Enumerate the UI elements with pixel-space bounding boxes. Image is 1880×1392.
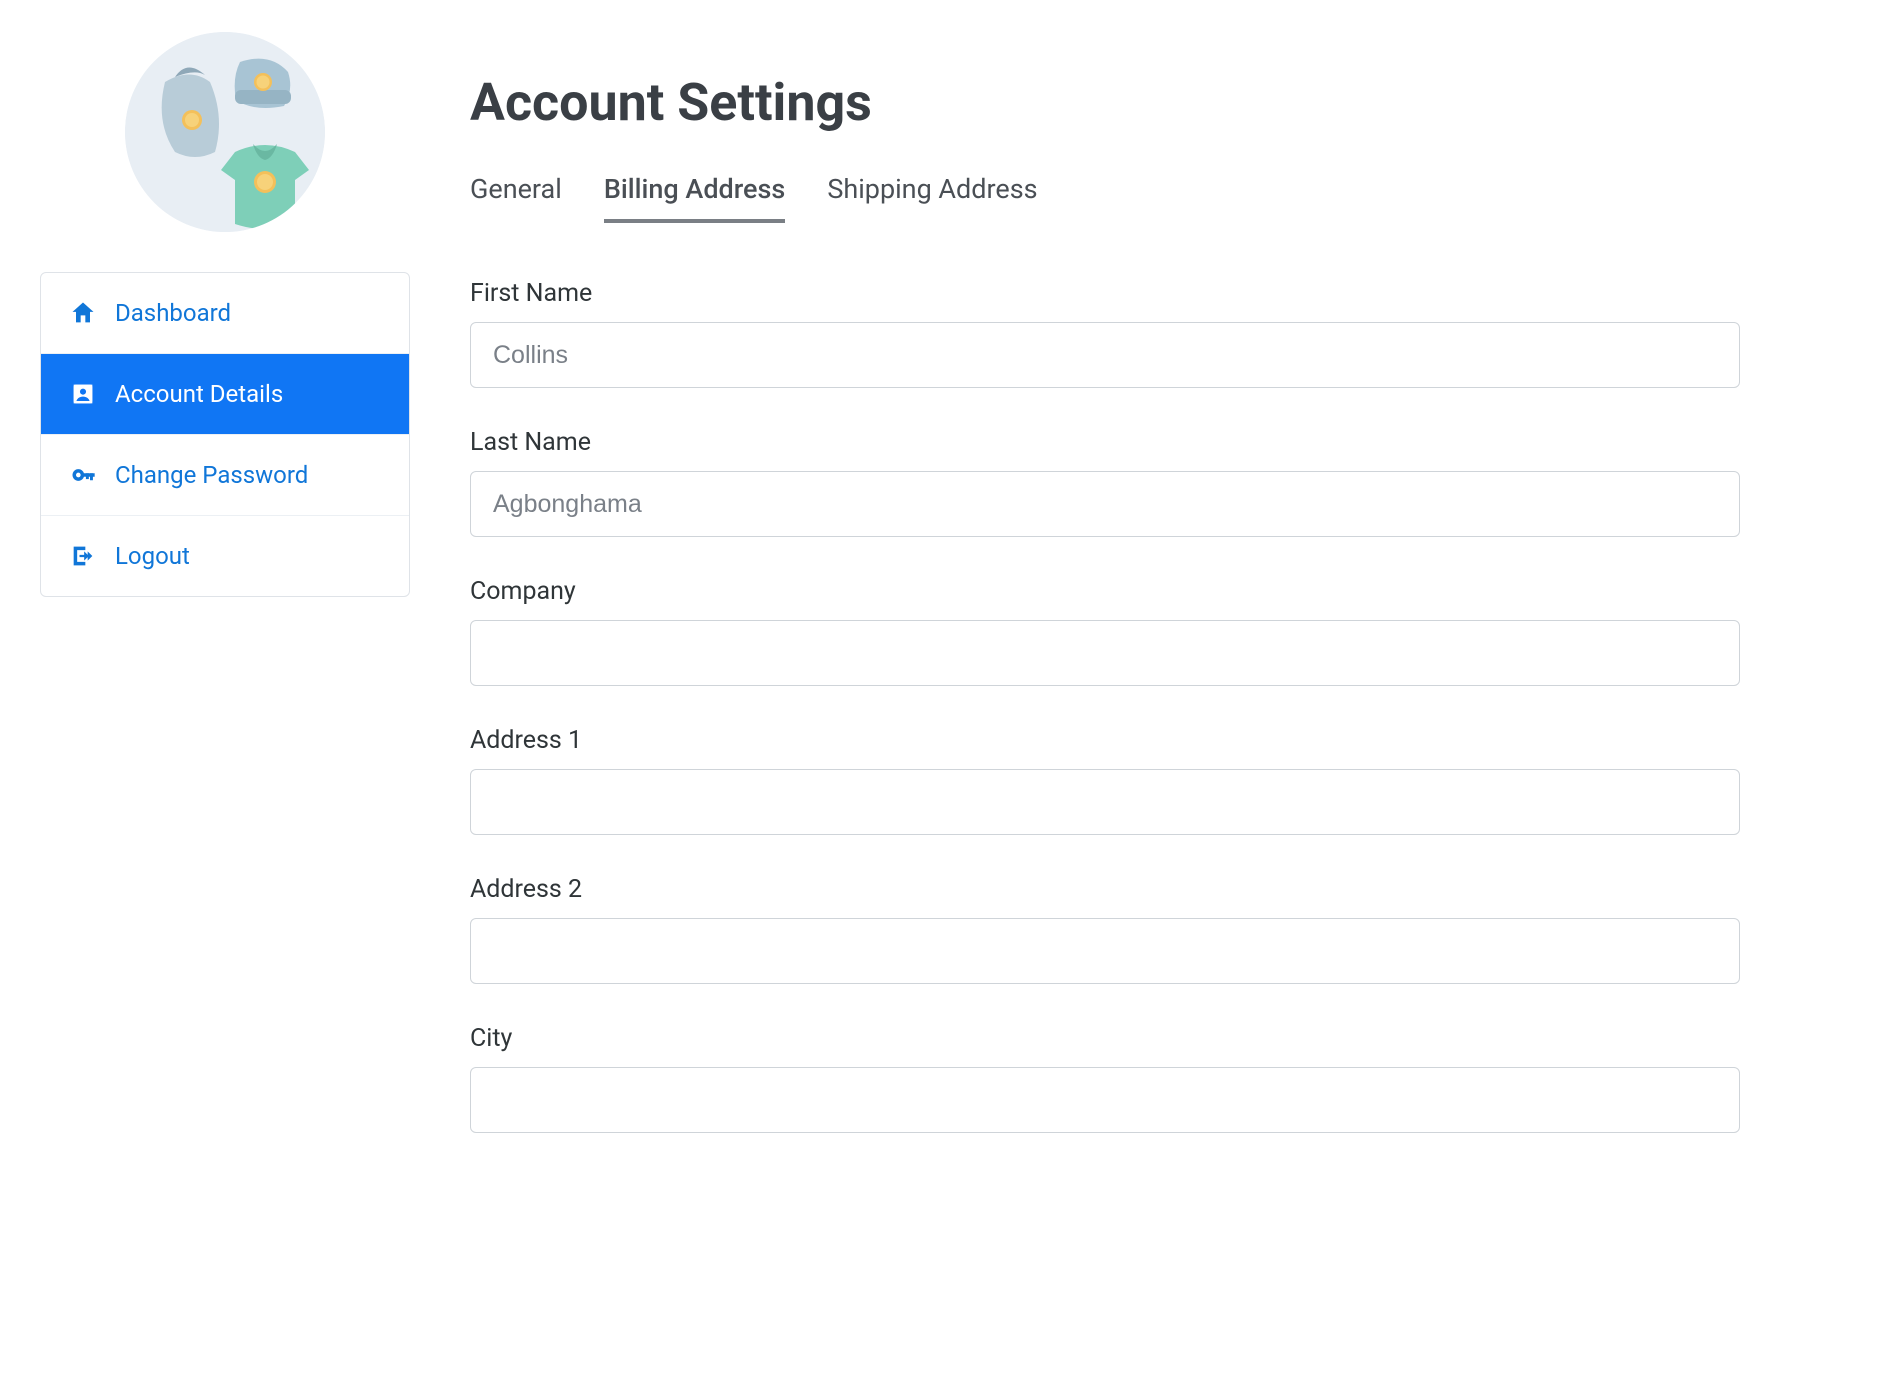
sidebar-item-label: Dashboard xyxy=(115,299,231,327)
sidebar-nav: Dashboard Account Details Change Passwor… xyxy=(40,272,410,597)
address-1-field[interactable] xyxy=(470,769,1740,835)
last-name-field[interactable] xyxy=(470,471,1740,537)
tab-billing-address[interactable]: Billing Address xyxy=(604,173,786,223)
address-2-field[interactable] xyxy=(470,918,1740,984)
sidebar-item-account-details[interactable]: Account Details xyxy=(41,354,409,435)
sidebar-item-dashboard[interactable]: Dashboard xyxy=(41,273,409,354)
main-content: Account Settings General Billing Address… xyxy=(470,32,1740,1173)
home-icon xyxy=(69,299,97,327)
sidebar-item-logout[interactable]: Logout xyxy=(41,516,409,596)
account-icon xyxy=(69,380,97,408)
logout-icon xyxy=(69,542,97,570)
address-2-label: Address 2 xyxy=(470,875,1740,904)
tabs: General Billing Address Shipping Address xyxy=(470,173,1740,223)
sidebar-item-label: Logout xyxy=(115,542,190,570)
avatar xyxy=(125,32,325,232)
last-name-label: Last Name xyxy=(470,428,1740,457)
form-group-address-1: Address 1 xyxy=(470,726,1740,835)
address-1-label: Address 1 xyxy=(470,726,1740,755)
tab-shipping-address[interactable]: Shipping Address xyxy=(827,173,1037,223)
form-group-address-2: Address 2 xyxy=(470,875,1740,984)
form-group-company: Company xyxy=(470,577,1740,686)
city-field[interactable] xyxy=(470,1067,1740,1133)
sidebar: Dashboard Account Details Change Passwor… xyxy=(40,32,410,1173)
sidebar-item-change-password[interactable]: Change Password xyxy=(41,435,409,516)
form-group-last-name: Last Name xyxy=(470,428,1740,537)
first-name-label: First Name xyxy=(470,279,1740,308)
form-group-first-name: First Name xyxy=(470,279,1740,388)
form-group-city: City xyxy=(470,1024,1740,1133)
avatar-illustration xyxy=(125,32,325,232)
sidebar-item-label: Change Password xyxy=(115,461,308,489)
company-field[interactable] xyxy=(470,620,1740,686)
company-label: Company xyxy=(470,577,1740,606)
city-label: City xyxy=(470,1024,1740,1053)
first-name-field[interactable] xyxy=(470,322,1740,388)
key-icon xyxy=(69,461,97,489)
tab-general[interactable]: General xyxy=(470,173,562,223)
sidebar-item-label: Account Details xyxy=(115,380,283,408)
billing-address-form: First Name Last Name Company Address 1 A… xyxy=(470,279,1740,1133)
page-title: Account Settings xyxy=(470,72,1740,133)
